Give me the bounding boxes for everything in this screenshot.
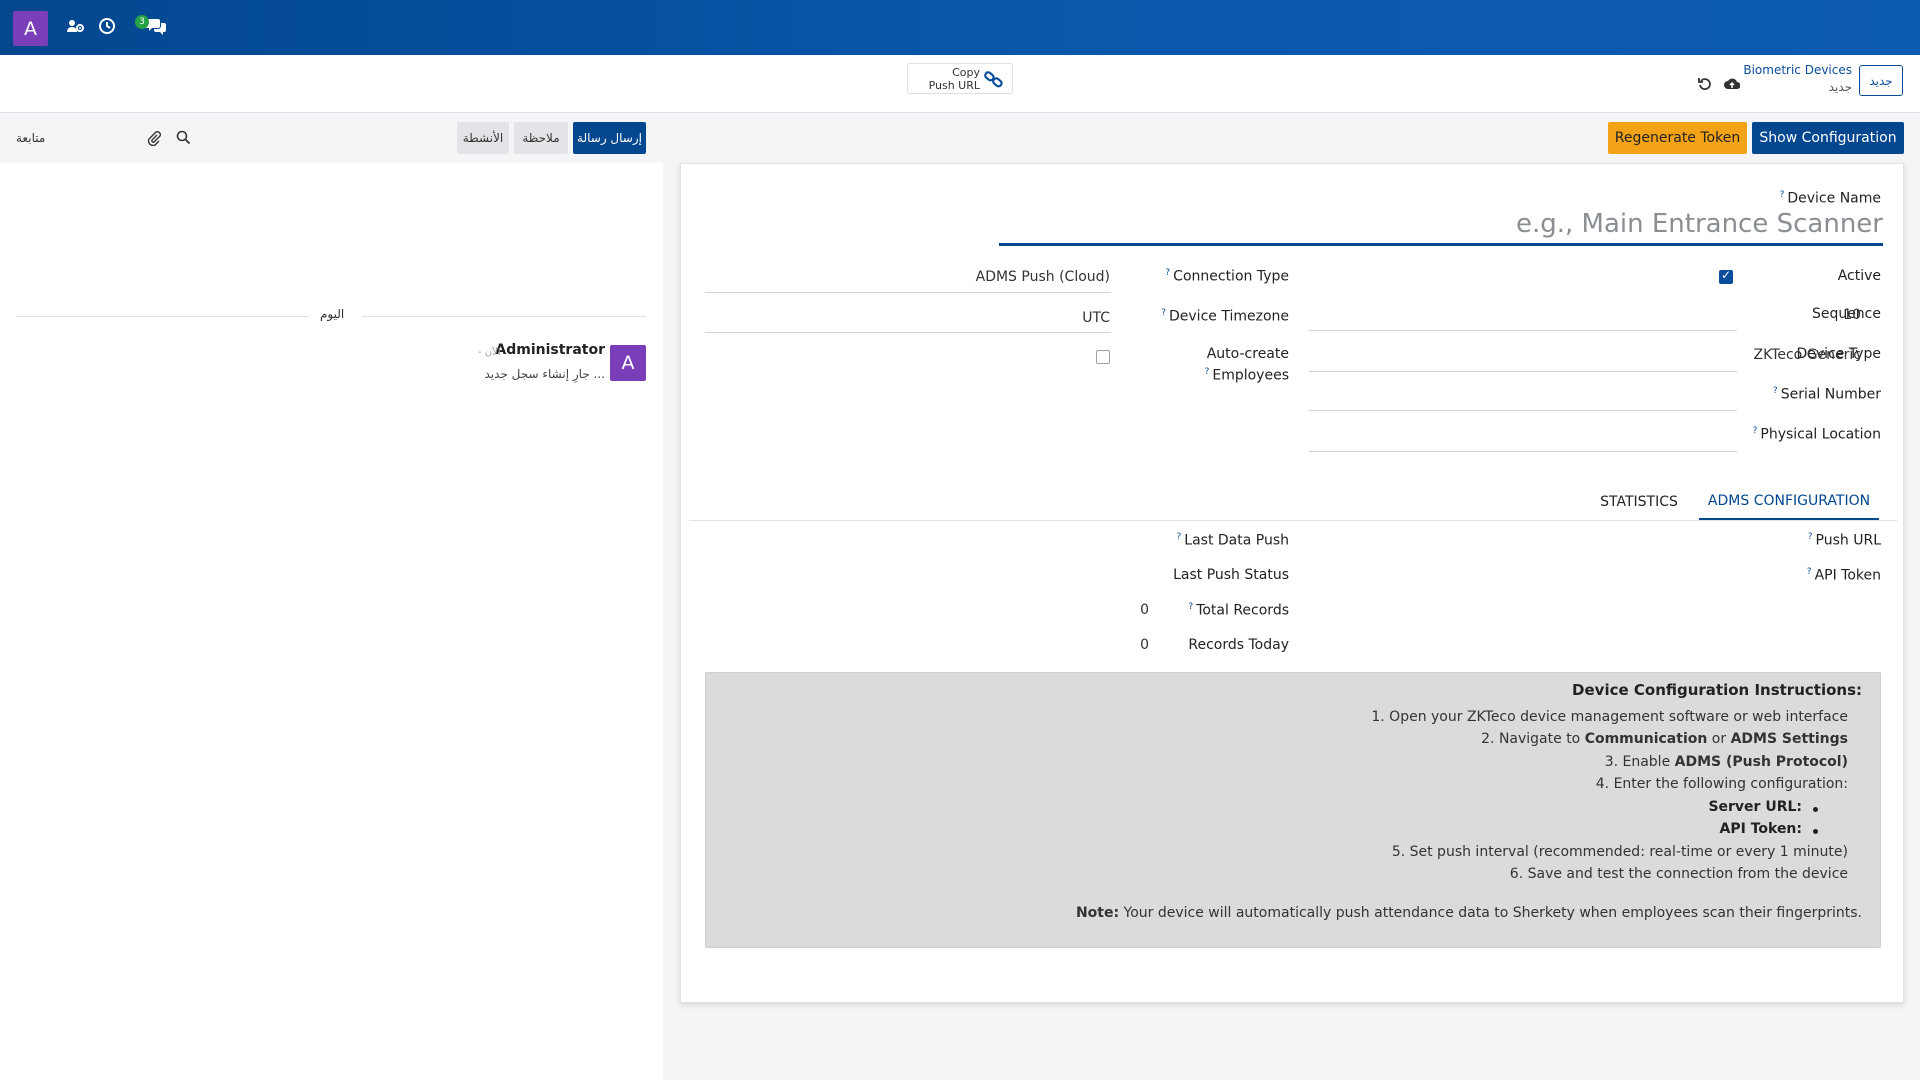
message-avatar[interactable]: A xyxy=(610,345,646,381)
device-timezone-underline xyxy=(705,332,1111,333)
device-type-underline xyxy=(1309,371,1737,372)
instruction-step-5: 5. Set push interval (recommended: real-… xyxy=(1391,844,1848,860)
copy-push-url-label: Copy Push URL xyxy=(928,66,980,92)
chat-badge: 3 xyxy=(135,15,149,29)
paperclip-icon[interactable] xyxy=(146,130,162,147)
tabs-divider xyxy=(689,520,1897,521)
instruction-step-3: 3. Enable ADMS (Push Protocol) xyxy=(1604,754,1848,770)
instruction-step-1: 1. Open your ZKTeco device management so… xyxy=(1371,709,1848,725)
search-icon[interactable] xyxy=(176,130,192,146)
connection-type-underline xyxy=(705,292,1111,293)
active-checkbox[interactable] xyxy=(1719,268,1733,284)
auto-create-checkbox[interactable] xyxy=(1096,350,1110,364)
chatter-panel: إرسال رسالة ملاحظة الأنشطة متابعة اليوم … xyxy=(0,113,663,1080)
auto-create-label: Auto-create xyxy=(1206,346,1289,362)
api-token-label: ? API Token xyxy=(1806,567,1881,584)
cloud-upload-icon[interactable] xyxy=(1724,77,1741,93)
instruction-step-4: 4. Enter the following configuration: xyxy=(1595,776,1848,792)
link-icon xyxy=(984,70,1004,88)
show-configuration-button[interactable]: Show Configuration xyxy=(1752,122,1904,154)
configuration-instructions: Device Configuration Instructions: 1. Op… xyxy=(705,672,1881,948)
users-cog-icon[interactable] xyxy=(65,15,87,37)
auto-create-label-line2: ? Employees xyxy=(1204,367,1289,384)
instruction-step-2: 2. Navigate to Communication or ADMS Set… xyxy=(1481,731,1848,747)
top-navbar: A 3 xyxy=(0,0,1920,55)
today-divider-left xyxy=(16,316,308,317)
serial-number-label: ? Serial Number xyxy=(1772,386,1881,403)
device-timezone-label: ? Device Timezone xyxy=(1161,308,1289,325)
instruction-step-6: 6. Save and test the connection from the… xyxy=(1509,866,1848,882)
connection-type-label: ? Connection Type xyxy=(1165,268,1289,285)
clock-icon[interactable] xyxy=(96,15,118,37)
user-avatar[interactable]: A xyxy=(13,11,48,46)
send-message-button[interactable]: إرسال رسالة xyxy=(573,122,646,154)
regenerate-token-button[interactable]: Regenerate Token xyxy=(1608,122,1747,154)
instruction-bullet-api-token: API Token: xyxy=(1719,821,1802,837)
sequence-underline xyxy=(1309,330,1737,331)
active-label: Active xyxy=(1837,268,1881,284)
sequence-input[interactable]: 10 xyxy=(1309,307,1861,323)
form-sheet: ?Device Name Active Sequence 10 Device T… xyxy=(680,163,1904,1003)
device-name-input[interactable] xyxy=(999,204,1883,246)
bullet-dot xyxy=(1813,829,1818,834)
follow-button[interactable]: متابعة xyxy=(16,131,45,145)
log-note-button[interactable]: ملاحظة xyxy=(514,122,568,154)
discard-icon[interactable] xyxy=(1698,77,1714,93)
activities-button[interactable]: الأنشطة xyxy=(457,122,509,154)
instruction-note: Note: Your device will automatically pus… xyxy=(1075,905,1862,921)
last-push-status-label: Last Push Status xyxy=(1173,567,1289,583)
last-data-push-label: ? Last Data Push xyxy=(1176,532,1289,549)
message-time: - الآن xyxy=(478,347,501,358)
physical-location-label: ? Physical Location xyxy=(1752,426,1881,443)
connection-type-select[interactable]: ADMS Push (Cloud) xyxy=(705,269,1110,285)
new-button[interactable]: جديد xyxy=(1859,65,1903,96)
device-type-select[interactable]: ZKTeco Generic xyxy=(1309,347,1861,363)
bullet-dot xyxy=(1813,807,1818,812)
instruction-bullet-server-url: Server URL: xyxy=(1708,799,1802,815)
serial-number-underline xyxy=(1309,410,1737,411)
chatter-topbar: إرسال رسالة ملاحظة الأنشطة متابعة xyxy=(0,113,663,163)
breadcrumb-parent[interactable]: Biometric Devices xyxy=(1743,63,1852,77)
records-today-label: Records Today xyxy=(1188,637,1289,653)
records-today-value: 0 xyxy=(1140,637,1149,653)
today-separator: اليوم xyxy=(320,307,345,321)
total-records-value: 0 xyxy=(1140,602,1149,618)
control-panel: جديد Biometric Devices جديد Copy Push UR… xyxy=(0,55,1920,113)
total-records-label: ? Total Records xyxy=(1188,602,1289,619)
tab-adms-configuration[interactable]: ADMS CONFIGURATION xyxy=(1699,484,1879,520)
device-timezone-select[interactable]: UTC xyxy=(705,310,1110,326)
copy-push-url-button[interactable]: Copy Push URL xyxy=(907,63,1013,94)
message-author[interactable]: Administrator xyxy=(495,342,605,358)
message-body: جارِ إنشاء سجل جديد ... xyxy=(484,367,606,381)
breadcrumb-current: جديد xyxy=(1828,80,1852,94)
physical-location-underline xyxy=(1309,451,1737,452)
tab-statistics[interactable]: STATISTICS xyxy=(1589,484,1689,520)
instructions-title: Device Configuration Instructions: xyxy=(1572,681,1862,699)
today-divider-right xyxy=(362,316,646,317)
push-url-label: ? Push URL xyxy=(1807,532,1881,549)
